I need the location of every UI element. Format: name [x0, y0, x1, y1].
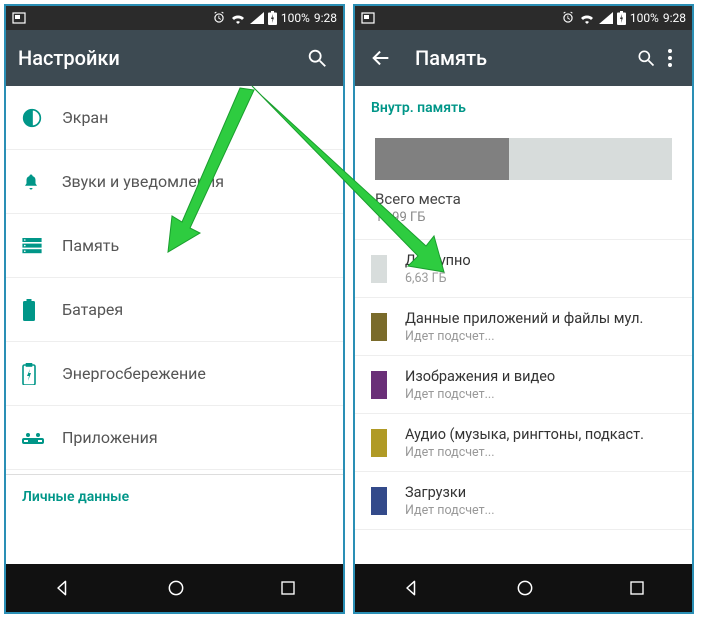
nav-back-button[interactable] [53, 578, 73, 598]
storage-total-row[interactable]: Всего места 11,99 ГБ [355, 190, 692, 240]
nav-home-button[interactable] [166, 578, 186, 598]
settings-item-label: Батарея [62, 300, 123, 319]
wifi-icon [579, 12, 595, 24]
color-swatch [371, 487, 387, 515]
nav-recent-button[interactable] [628, 579, 646, 597]
battery-saver-icon [22, 363, 62, 385]
color-swatch [371, 429, 387, 457]
search-button[interactable] [303, 44, 331, 72]
nav-home-button[interactable] [515, 578, 535, 598]
storage-category-title: Аудио (музыка, рингтоны, подкаст. [405, 426, 644, 443]
wifi-icon [230, 12, 246, 24]
apps-icon [22, 431, 62, 445]
status-bar: 100% 9:28 [355, 6, 692, 30]
color-swatch [371, 255, 387, 283]
screenshot-right: 100% 9:28 Память Внутр. память Всего мес… [353, 4, 694, 614]
storage-category-value: Идет подсчет... [405, 387, 555, 402]
section-header-personal: Личные данные [6, 474, 343, 511]
battery-icon [22, 299, 62, 321]
status-bar: 100% 9:28 [6, 6, 343, 30]
page-title: Память [415, 46, 632, 70]
settings-item-storage[interactable]: Память [6, 214, 343, 278]
notification-icon [361, 12, 375, 24]
storage-category-title: Загрузки [405, 484, 495, 501]
bell-icon [22, 172, 62, 192]
settings-item-sound[interactable]: Звуки и уведомления [6, 150, 343, 214]
settings-item-display[interactable]: Экран [6, 86, 343, 150]
display-icon [22, 108, 62, 128]
alarm-icon [212, 11, 226, 25]
storage-category-value: 6,63 ГБ [405, 271, 471, 286]
color-swatch [371, 371, 387, 399]
alarm-icon [561, 11, 575, 25]
page-title: Настройки [18, 46, 303, 70]
settings-item-label: Экран [62, 108, 108, 127]
nav-back-button[interactable] [402, 578, 422, 598]
storage-category-row[interactable]: Доступно 6,63 ГБ [355, 240, 692, 298]
battery-charging-icon [617, 11, 626, 25]
settings-item-battery[interactable]: Батарея [6, 278, 343, 342]
notification-icon [12, 12, 26, 24]
storage-total-value: 11,99 ГБ [375, 210, 672, 225]
signal-icon [250, 12, 264, 24]
storage-icon [22, 238, 62, 254]
search-button[interactable] [632, 44, 660, 72]
storage-category-title: Данные приложений и файлы мул. [405, 310, 643, 327]
storage-total-label: Всего места [375, 190, 672, 208]
storage-category-value: Идет подсчет... [405, 503, 495, 518]
nav-recent-button[interactable] [279, 579, 297, 597]
settings-item-label: Звуки и уведомления [62, 172, 224, 191]
signal-icon [599, 12, 613, 24]
battery-percent: 100% [281, 11, 310, 25]
overflow-menu-button[interactable] [660, 44, 680, 72]
settings-item-label: Память [62, 236, 119, 255]
storage-category-row[interactable]: Данные приложений и файлы мул. Идет подсч… [355, 298, 692, 356]
settings-item-battery-saver[interactable]: Энергосбережение [6, 342, 343, 406]
storage-category-row[interactable]: Загрузки Идет подсчет... [355, 472, 692, 530]
color-swatch [371, 313, 387, 341]
screenshot-left: 100% 9:28 Настройки Экран Звуки и уведом… [4, 4, 345, 614]
storage-category-title: Доступно [405, 252, 471, 269]
storage-category-value: Идет подсчет... [405, 445, 644, 460]
storage-category-value: Идет подсчет... [405, 329, 643, 344]
battery-charging-icon [268, 11, 277, 25]
battery-percent: 100% [630, 11, 659, 25]
navigation-bar [6, 564, 343, 612]
settings-list: Экран Звуки и уведомления Память Батарея… [6, 86, 343, 564]
settings-item-label: Приложения [62, 428, 158, 447]
appbar: Настройки [6, 30, 343, 86]
storage-category-row[interactable]: Аудио (музыка, рингтоны, подкаст. Идет по… [355, 414, 692, 472]
settings-item-apps[interactable]: Приложения [6, 406, 343, 470]
storage-detail: Внутр. память Всего места 11,99 ГБ Досту… [355, 86, 692, 564]
clock: 9:28 [663, 11, 686, 25]
storage-category-title: Изображения и видео [405, 368, 555, 385]
clock: 9:28 [314, 11, 337, 25]
storage-usage-bar [355, 122, 692, 190]
navigation-bar [355, 564, 692, 612]
storage-used-segment [375, 138, 509, 180]
section-header-internal: Внутр. память [355, 86, 692, 122]
appbar: Память [355, 30, 692, 86]
back-button[interactable] [367, 44, 395, 72]
settings-item-label: Энергосбережение [62, 364, 206, 383]
storage-category-row[interactable]: Изображения и видео Идет подсчет... [355, 356, 692, 414]
